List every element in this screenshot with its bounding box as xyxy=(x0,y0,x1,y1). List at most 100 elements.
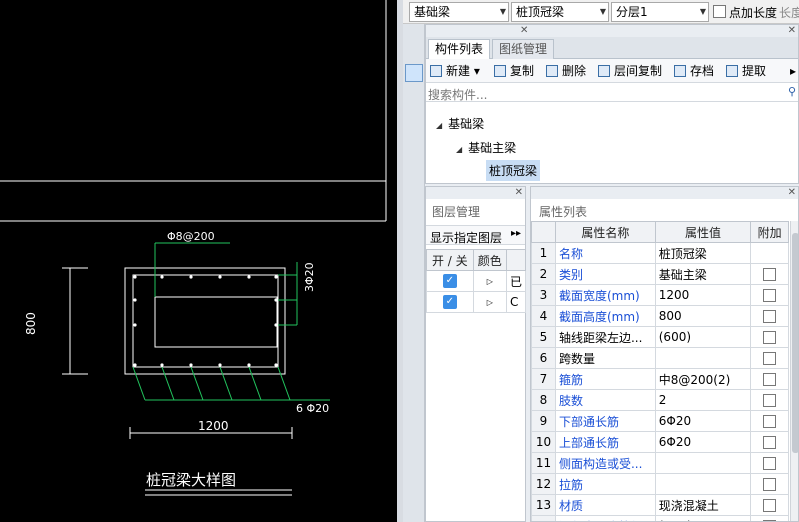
property-value[interactable] xyxy=(654,347,752,369)
row-number: 9 xyxy=(531,410,556,432)
extra-checkbox[interactable] xyxy=(763,478,777,491)
property-extra xyxy=(750,515,789,521)
close-icon[interactable]: ✕ xyxy=(515,187,523,198)
row-number: 14 xyxy=(531,515,556,521)
table-row[interactable]: 2 类别 基础主梁 xyxy=(531,263,789,285)
collapse-icon[interactable]: ◢ xyxy=(456,145,462,154)
property-value[interactable]: 桩顶冠梁 xyxy=(654,242,752,264)
col-num xyxy=(531,221,556,243)
property-value[interactable]: 基础主梁 xyxy=(654,263,752,285)
layer-visible-checkbox[interactable]: ✓ xyxy=(442,274,457,289)
component-tabs: 构件列表 图纸管理 xyxy=(426,37,798,59)
property-value[interactable]: 现浇混凝土 xyxy=(654,494,752,516)
save-button[interactable]: 存档 xyxy=(672,62,714,80)
property-value[interactable]: 2 xyxy=(654,389,752,411)
close-icon[interactable]: ✕ xyxy=(788,187,796,198)
extra-checkbox[interactable] xyxy=(763,331,777,344)
table-row[interactable]: 4 截面高度(mm) 800 xyxy=(531,305,789,327)
property-value[interactable]: (600) xyxy=(654,326,752,348)
collapse-icon[interactable]: ◢ xyxy=(436,121,442,130)
close-icon[interactable]: ✕ xyxy=(520,25,528,36)
extra-checkbox[interactable] xyxy=(763,436,777,449)
extra-checkbox[interactable] xyxy=(763,373,777,386)
tab-drawing-manager[interactable]: 图纸管理 xyxy=(492,39,555,59)
row-number: 13 xyxy=(531,494,556,516)
tree-item-child[interactable]: ◢ 基础主梁 xyxy=(456,139,516,156)
extra-checkbox[interactable] xyxy=(763,415,777,428)
extra-checkbox[interactable] xyxy=(763,289,777,302)
component-panel: ✕ ✕ 构件列表 图纸管理 新建 ▾ 复制 删除 层间复制 存档 提取 ▸ 搜索… xyxy=(425,24,799,184)
category-select[interactable]: 基础梁 ▼ xyxy=(409,2,509,22)
panel-header xyxy=(531,187,798,199)
copy-button[interactable]: 复制 xyxy=(492,62,534,80)
property-scrollbar[interactable] xyxy=(790,221,798,521)
layer-visible-checkbox[interactable]: ✓ xyxy=(442,295,457,310)
row-number: 11 xyxy=(531,452,556,474)
property-value[interactable] xyxy=(654,452,752,474)
expand-icon[interactable]: ▷ xyxy=(472,270,507,292)
tree-label: 基础梁 xyxy=(448,117,485,131)
expand-icon[interactable]: ▷ xyxy=(472,291,507,313)
property-value[interactable]: 800 xyxy=(654,305,752,327)
property-extra xyxy=(750,410,789,432)
table-row[interactable]: 14混凝土强度等级(C30) xyxy=(531,515,789,521)
search-icon[interactable]: ⚲ xyxy=(788,85,796,98)
property-extra xyxy=(750,473,789,495)
table-row[interactable]: 3 截面宽度(mm) 1200 xyxy=(531,284,789,306)
new-label: 新建 xyxy=(446,64,471,78)
property-value[interactable]: (C30) xyxy=(654,515,752,521)
delete-button[interactable]: 删除 xyxy=(544,62,586,80)
property-value[interactable] xyxy=(654,473,752,495)
extra-checkbox[interactable] xyxy=(763,457,777,470)
table-row[interactable]: 8 肢数 2 xyxy=(531,389,789,411)
property-value[interactable]: 1200 xyxy=(654,284,752,306)
delete-label: 删除 xyxy=(562,64,587,78)
tree-item-root[interactable]: ◢ 基础梁 xyxy=(436,115,484,132)
property-value[interactable]: 中8@200(2) xyxy=(654,368,752,390)
layer-select[interactable]: 分层1 ▼ xyxy=(611,2,709,22)
property-name: 拉筋 xyxy=(554,473,656,495)
table-row: ✓ ▷ C xyxy=(426,291,527,313)
extra-checkbox[interactable] xyxy=(763,394,777,407)
search-input[interactable]: 搜索构件... ⚲ xyxy=(426,84,798,102)
member-select[interactable]: 桩顶冠梁 ▼ xyxy=(511,2,609,22)
table-row[interactable]: 12 拉筋 xyxy=(531,473,789,495)
property-name: 箍筋 xyxy=(554,368,656,390)
close-icon[interactable]: ✕ xyxy=(788,25,796,36)
property-value[interactable]: 6Φ20 xyxy=(654,410,752,432)
table-row[interactable]: 11 侧面构造或受... xyxy=(531,452,789,474)
show-layer-button[interactable]: 显示指定图层 ▸▸ xyxy=(426,225,525,245)
new-button[interactable]: 新建 ▾ xyxy=(428,62,480,80)
table-row[interactable]: 5 轴线距梁左边... (600) xyxy=(531,326,789,348)
table-row[interactable]: 1 名称 桩顶冠梁 xyxy=(531,242,789,264)
table-row[interactable]: 13 材质 现浇混凝土 xyxy=(531,494,789,516)
member-select-value: 桩顶冠梁 xyxy=(516,5,565,19)
row-number: 3 xyxy=(531,284,556,306)
property-name: 截面宽度(mm) xyxy=(554,284,656,306)
extra-checkbox[interactable] xyxy=(763,310,777,323)
property-table: 属性名称 属性值 附加 1 名称 桩顶冠梁 2 类别 基础主梁 3 截面宽度(mm) 1200 4… xyxy=(531,221,789,521)
table-row[interactable]: 6 跨数量 xyxy=(531,347,789,369)
floor-copy-button[interactable]: 层间复制 xyxy=(596,62,662,80)
more-icon[interactable]: ▸ xyxy=(790,62,796,80)
scrollbar-thumb[interactable] xyxy=(792,233,798,453)
floor-copy-label: 层间复制 xyxy=(614,64,663,78)
property-name: 侧面构造或受... xyxy=(554,452,656,474)
extra-checkbox[interactable] xyxy=(763,268,777,281)
property-value[interactable]: 6Φ20 xyxy=(654,431,752,453)
extract-icon xyxy=(726,65,738,77)
table-row[interactable]: 7 箍筋 中8@200(2) xyxy=(531,368,789,390)
extract-button[interactable]: 提取 xyxy=(724,62,766,80)
tree-item-leaf[interactable]: 桩顶冠梁 xyxy=(486,160,541,181)
tab-component-list[interactable]: 构件列表 xyxy=(428,39,491,59)
table-row[interactable]: 10 上部通长筋 6Φ20 xyxy=(531,431,789,453)
delete-icon xyxy=(546,65,558,77)
point-length-checkbox[interactable] xyxy=(713,5,726,18)
panel-toggle-icon[interactable] xyxy=(405,64,423,82)
extra-checkbox[interactable] xyxy=(763,352,777,365)
layer-panel: ✕ 图层管理 显示指定图层 ▸▸ 开 / 关 颜色 ✓ ▷ 已 ✓ ▷ C xyxy=(425,186,527,522)
cad-canvas[interactable]: Φ8@200 3Φ20 6 Φ20 800 1200 桩冠梁大样图 xyxy=(0,0,397,522)
extra-checkbox[interactable] xyxy=(763,499,777,512)
col-extra: 附加 xyxy=(750,221,789,243)
table-row[interactable]: 9 下部通长筋 6Φ20 xyxy=(531,410,789,432)
